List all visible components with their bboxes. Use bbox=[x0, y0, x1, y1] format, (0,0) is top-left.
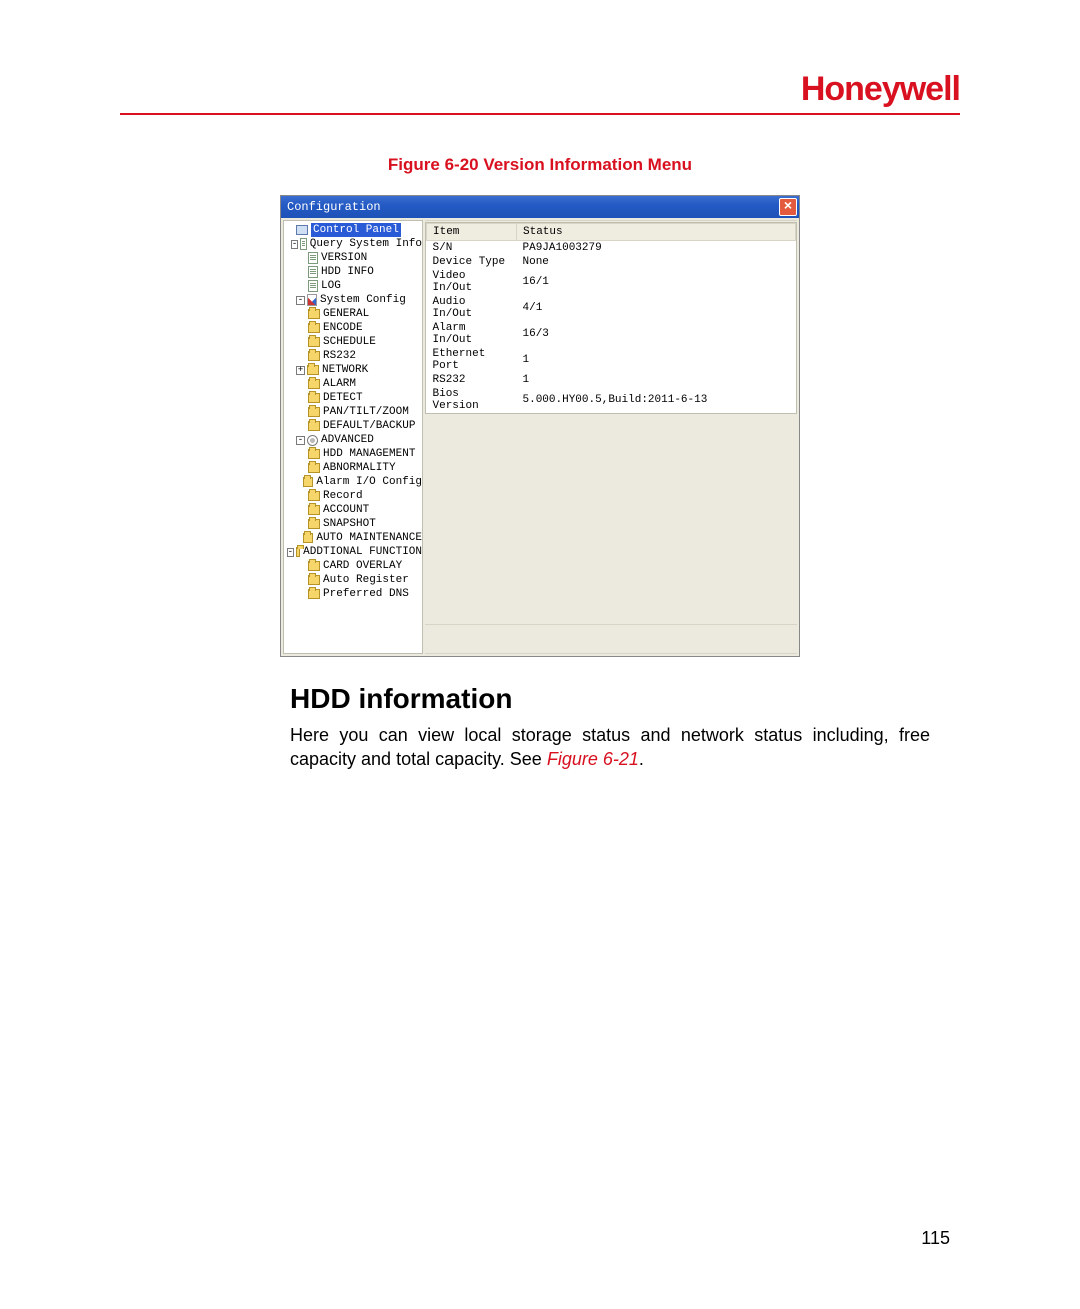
nav-tree[interactable]: Control Panel -Query System Info VERSION… bbox=[283, 220, 423, 654]
tree-root[interactable]: Control Panel bbox=[284, 223, 422, 237]
window-titlebar: Configuration × bbox=[281, 196, 799, 218]
table-row: Ethernet Port1 bbox=[427, 347, 796, 373]
doc-icon bbox=[308, 280, 318, 292]
figure-caption: Figure 6-20 Version Information Menu bbox=[120, 155, 960, 175]
tree-sysconf[interactable]: -System Config bbox=[284, 293, 422, 307]
collapse-icon[interactable]: - bbox=[287, 548, 294, 557]
window-title: Configuration bbox=[287, 200, 381, 214]
tree-version[interactable]: VERSION bbox=[284, 251, 422, 265]
tree-qsi[interactable]: -Query System Info bbox=[284, 237, 422, 251]
tree-encode[interactable]: ENCODE bbox=[284, 321, 422, 335]
folder-icon bbox=[308, 323, 320, 333]
tree-schedule[interactable]: SCHEDULE bbox=[284, 335, 422, 349]
doc-icon bbox=[308, 252, 318, 264]
table-row: Video In/Out16/1 bbox=[427, 269, 796, 295]
section-heading: HDD information bbox=[290, 683, 960, 715]
table-row: Device TypeNone bbox=[427, 255, 796, 269]
folder-icon bbox=[308, 309, 320, 319]
tree-autoreg[interactable]: Auto Register bbox=[284, 573, 422, 587]
folder-icon bbox=[308, 519, 320, 529]
folder-icon bbox=[308, 393, 320, 403]
header-rule bbox=[120, 113, 960, 115]
tree-record[interactable]: Record bbox=[284, 489, 422, 503]
doc-icon bbox=[300, 238, 307, 250]
tree-general[interactable]: GENERAL bbox=[284, 307, 422, 321]
tree-network[interactable]: +NETWORK bbox=[284, 363, 422, 377]
folder-icon bbox=[308, 449, 320, 459]
panel-icon bbox=[296, 225, 308, 235]
tree-log[interactable]: LOG bbox=[284, 279, 422, 293]
collapse-icon[interactable]: - bbox=[296, 436, 305, 445]
folder-icon bbox=[307, 365, 319, 375]
tree-advanced[interactable]: -ADVANCED bbox=[284, 433, 422, 447]
tree-hddinfo[interactable]: HDD INFO bbox=[284, 265, 422, 279]
tree-snapshot[interactable]: SNAPSHOT bbox=[284, 517, 422, 531]
tree-cardov[interactable]: CARD OVERLAY bbox=[284, 559, 422, 573]
page-number: 115 bbox=[921, 1228, 950, 1249]
collapse-icon[interactable]: - bbox=[291, 240, 298, 249]
table-row: RS2321 bbox=[427, 373, 796, 387]
folder-icon bbox=[308, 379, 320, 389]
folder-icon bbox=[308, 575, 320, 585]
col-header-status[interactable]: Status bbox=[517, 224, 796, 241]
expand-icon[interactable]: + bbox=[296, 366, 305, 375]
folder-icon bbox=[308, 337, 320, 347]
folder-icon bbox=[308, 407, 320, 417]
tree-aioconf[interactable]: Alarm I/O Config bbox=[284, 475, 422, 489]
brand-logo: Honeywell bbox=[801, 70, 960, 108]
folder-icon bbox=[303, 477, 313, 487]
tree-defbk[interactable]: DEFAULT/BACKUP bbox=[284, 419, 422, 433]
folder-icon bbox=[308, 463, 320, 473]
tree-ptz[interactable]: PAN/TILT/ZOOM bbox=[284, 405, 422, 419]
folder-icon bbox=[308, 421, 320, 431]
tree-hddmgmt[interactable]: HDD MANAGEMENT bbox=[284, 447, 422, 461]
configuration-window: Configuration × Control Panel -Query Sys… bbox=[280, 195, 800, 657]
table-row: Audio In/Out4/1 bbox=[427, 295, 796, 321]
version-info-table: Item Status S/NPA9JA1003279 Device TypeN… bbox=[426, 223, 796, 413]
col-header-item[interactable]: Item bbox=[427, 224, 517, 241]
table-row: S/NPA9JA1003279 bbox=[427, 241, 796, 256]
folder-icon bbox=[308, 351, 320, 361]
folder-icon bbox=[308, 491, 320, 501]
tree-account[interactable]: ACCOUNT bbox=[284, 503, 422, 517]
tree-prefdns[interactable]: Preferred DNS bbox=[284, 587, 422, 601]
doc-icon bbox=[308, 266, 318, 278]
folder-icon bbox=[308, 561, 320, 571]
gear-icon bbox=[307, 435, 318, 446]
table-row: Bios Version5.000.HY00.5,Build:2011-6-13 bbox=[427, 387, 796, 413]
collapse-icon[interactable]: - bbox=[296, 296, 305, 305]
figure-reference: Figure 6-21 bbox=[547, 749, 639, 769]
tree-abnorm[interactable]: ABNORMALITY bbox=[284, 461, 422, 475]
tree-addfunc[interactable]: -ADDTIONAL FUNCTION bbox=[284, 545, 422, 559]
content-pane: Item Status S/NPA9JA1003279 Device TypeN… bbox=[425, 220, 797, 654]
folder-icon bbox=[303, 533, 313, 543]
close-icon[interactable]: × bbox=[779, 198, 797, 216]
body-paragraph: Here you can view local storage status a… bbox=[290, 723, 930, 771]
folder-icon bbox=[296, 547, 300, 557]
table-row: Alarm In/Out16/3 bbox=[427, 321, 796, 347]
tree-alarm[interactable]: ALARM bbox=[284, 377, 422, 391]
tree-automaint[interactable]: AUTO MAINTENANCE bbox=[284, 531, 422, 545]
folder-icon bbox=[308, 589, 320, 599]
folder-icon bbox=[308, 505, 320, 515]
tree-rs232[interactable]: RS232 bbox=[284, 349, 422, 363]
tools-icon bbox=[307, 294, 317, 306]
tree-detect[interactable]: DETECT bbox=[284, 391, 422, 405]
